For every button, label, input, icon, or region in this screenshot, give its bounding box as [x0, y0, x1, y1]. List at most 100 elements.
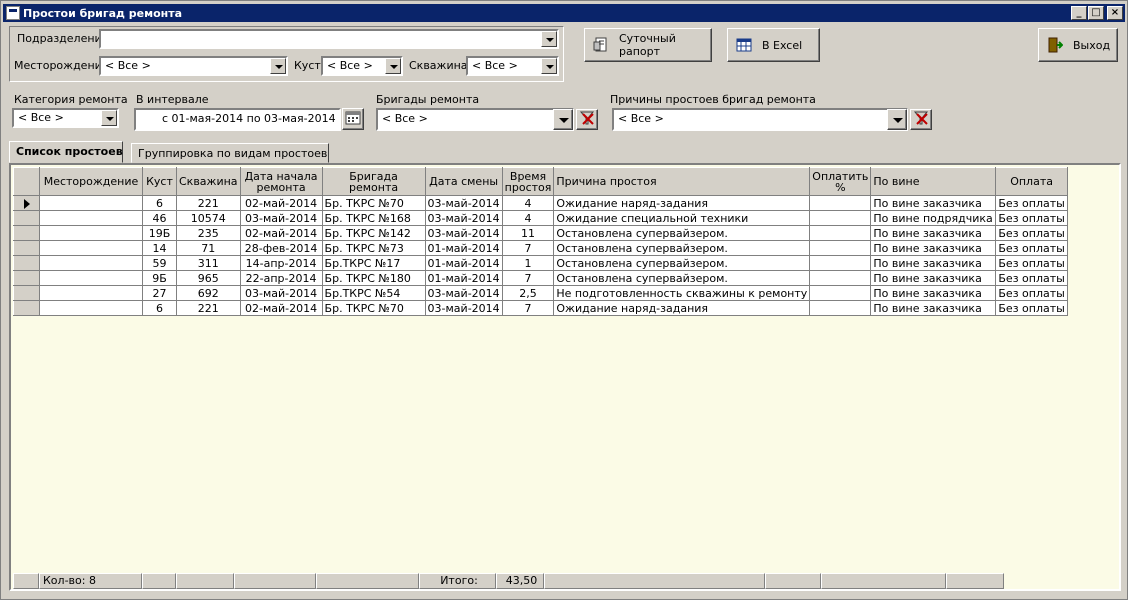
table-cell[interactable] — [809, 195, 872, 211]
table-cell[interactable]: 311 — [176, 255, 241, 271]
table-cell[interactable]: Бр. ТКРС №70 — [321, 195, 426, 211]
column-header[interactable]: Дата смены — [424, 167, 503, 196]
table-cell[interactable]: 02-май-2014 — [239, 225, 323, 241]
exit-button[interactable]: Выход — [1038, 28, 1118, 62]
table-cell[interactable]: Без оплаты — [995, 255, 1068, 271]
table-cell[interactable]: 03-май-2014 — [424, 210, 503, 226]
daily-report-button[interactable]: Суточный рапорт — [584, 28, 712, 62]
table-cell[interactable]: 02-май-2014 — [239, 195, 323, 211]
table-cell[interactable]: 2,5 — [501, 285, 555, 301]
prichiny-select[interactable]: < Все > — [612, 108, 908, 131]
table-cell[interactable]: Остановлена супервайзером. — [553, 270, 811, 286]
column-header[interactable]: Время простоя — [501, 167, 555, 196]
table-row[interactable]: 59 311 14-апр-2014 Бр.ТКРС №17 01-май-2014 1 О… — [13, 255, 1068, 271]
table-row[interactable]: 19Б 235 02-май-2014 Бр. ТКРС №142 03-май-201… — [13, 225, 1068, 241]
kategoria-select[interactable]: < Все > — [12, 108, 119, 128]
table-cell[interactable]: 14-апр-2014 — [239, 255, 323, 271]
skvazhina-select[interactable]: < Все > — [466, 56, 559, 76]
table-cell[interactable] — [809, 225, 872, 241]
table-cell[interactable]: Остановлена супервайзером. — [553, 240, 811, 256]
table-cell[interactable]: 7 — [501, 240, 555, 256]
table-cell[interactable]: По вине заказчика — [870, 240, 997, 256]
row-indicator[interactable] — [13, 225, 40, 241]
podrazdelenie-select[interactable] — [99, 29, 559, 49]
row-indicator[interactable] — [13, 240, 40, 256]
interval-field[interactable]: с 01-мая-2014 по 03-мая-2014 — [134, 108, 341, 131]
table-cell[interactable]: 01-май-2014 — [424, 270, 503, 286]
table-cell[interactable]: Без оплаты — [995, 285, 1068, 301]
brigady-select[interactable]: < Все > — [376, 108, 574, 131]
table-cell[interactable]: Бр. ТКРС №180 — [321, 270, 426, 286]
table-cell[interactable]: Ожидание специальной техники — [553, 210, 811, 226]
table-cell[interactable] — [39, 240, 143, 256]
column-header[interactable]: Оплата — [995, 167, 1068, 196]
table-cell[interactable]: Бр. ТКРС №73 — [321, 240, 426, 256]
table-cell[interactable]: Остановлена супервайзером. — [553, 255, 811, 271]
table-cell[interactable]: 03-май-2014 — [424, 195, 503, 211]
table-cell[interactable]: Ожидание наряд-задания — [553, 300, 811, 316]
column-header[interactable]: Дата начала ремонта — [239, 167, 323, 196]
chevron-down-icon[interactable] — [101, 110, 117, 126]
brigady-clear-filter-button[interactable] — [576, 109, 598, 130]
chevron-down-icon[interactable] — [541, 58, 557, 74]
column-header[interactable]: Оплатить % — [809, 167, 872, 196]
table-cell[interactable]: 7 — [501, 270, 555, 286]
table-cell[interactable]: По вине заказчика — [870, 300, 997, 316]
kust-select[interactable]: < Все > — [321, 56, 403, 76]
tab-list[interactable]: Список простоев — [9, 141, 123, 163]
table-cell[interactable] — [39, 300, 143, 316]
table-cell[interactable]: 02-май-2014 — [239, 300, 323, 316]
table-cell[interactable]: 01-май-2014 — [424, 240, 503, 256]
row-indicator[interactable] — [13, 210, 40, 226]
table-cell[interactable] — [809, 240, 872, 256]
table-cell[interactable] — [39, 195, 143, 211]
column-header[interactable]: Куст — [142, 167, 177, 196]
table-cell[interactable] — [809, 300, 872, 316]
table-cell[interactable]: Без оплаты — [995, 270, 1068, 286]
table-cell[interactable]: 965 — [176, 270, 241, 286]
table-cell[interactable]: Бр. ТКРС №142 — [321, 225, 426, 241]
table-cell[interactable]: 221 — [176, 300, 241, 316]
table-cell[interactable]: Ожидание наряд-задания — [553, 195, 811, 211]
table-cell[interactable]: 1 — [501, 255, 555, 271]
table-cell[interactable]: 03-май-2014 — [239, 285, 323, 301]
calendar-button[interactable] — [342, 108, 364, 130]
table-cell[interactable]: 692 — [176, 285, 241, 301]
table-cell[interactable]: 03-май-2014 — [424, 285, 503, 301]
table-cell[interactable]: 4 — [501, 195, 555, 211]
table-cell[interactable]: 28-фев-2014 — [239, 240, 323, 256]
chevron-down-icon[interactable] — [270, 58, 286, 74]
column-header[interactable]: Бригада ремонта — [321, 167, 426, 196]
table-cell[interactable]: Без оплаты — [995, 195, 1068, 211]
table-cell[interactable]: 46 — [142, 210, 177, 226]
export-excel-button[interactable]: В Excel — [727, 28, 820, 62]
table-cell[interactable]: Без оплаты — [995, 240, 1068, 256]
table-cell[interactable]: Бр. ТКРС №168 — [321, 210, 426, 226]
table-cell[interactable]: 71 — [176, 240, 241, 256]
table-row[interactable]: 14 71 28-фев-2014 Бр. ТКРС №73 01-май-2014 7 О… — [13, 240, 1068, 256]
table-cell[interactable]: Бр.ТКРС №17 — [321, 255, 426, 271]
table-cell[interactable]: 03-май-2014 — [239, 210, 323, 226]
row-indicator[interactable] — [13, 300, 40, 316]
table-cell[interactable] — [809, 270, 872, 286]
table-cell[interactable]: По вине заказчика — [870, 285, 997, 301]
row-indicator[interactable] — [13, 285, 40, 301]
table-cell[interactable] — [39, 210, 143, 226]
tab-grouping[interactable]: Группировка по видам простоев — [131, 143, 329, 163]
table-row[interactable]: 27 692 03-май-2014 Бр.ТКРС №54 03-май-2014 2,… — [13, 285, 1068, 301]
table-cell[interactable]: 03-май-2014 — [424, 225, 503, 241]
column-header[interactable]: Скважина — [176, 167, 241, 196]
table-cell[interactable]: 6 — [142, 195, 177, 211]
column-header[interactable]: Причина простоя — [553, 167, 811, 196]
row-indicator[interactable] — [13, 195, 40, 211]
table-cell[interactable] — [39, 285, 143, 301]
table-cell[interactable]: По вине заказчика — [870, 270, 997, 286]
table-cell[interactable] — [809, 285, 872, 301]
minimize-button[interactable]: _ — [1071, 6, 1087, 20]
table-cell[interactable]: 14 — [142, 240, 177, 256]
table-cell[interactable]: По вине подрядчика — [870, 210, 997, 226]
table-row[interactable]: 6 221 02-май-2014 Бр. ТКРС №70 03-май-2014 7 О… — [13, 300, 1068, 316]
table-cell[interactable]: 6 — [142, 300, 177, 316]
close-button[interactable]: × — [1107, 6, 1123, 20]
table-cell[interactable]: 221 — [176, 195, 241, 211]
